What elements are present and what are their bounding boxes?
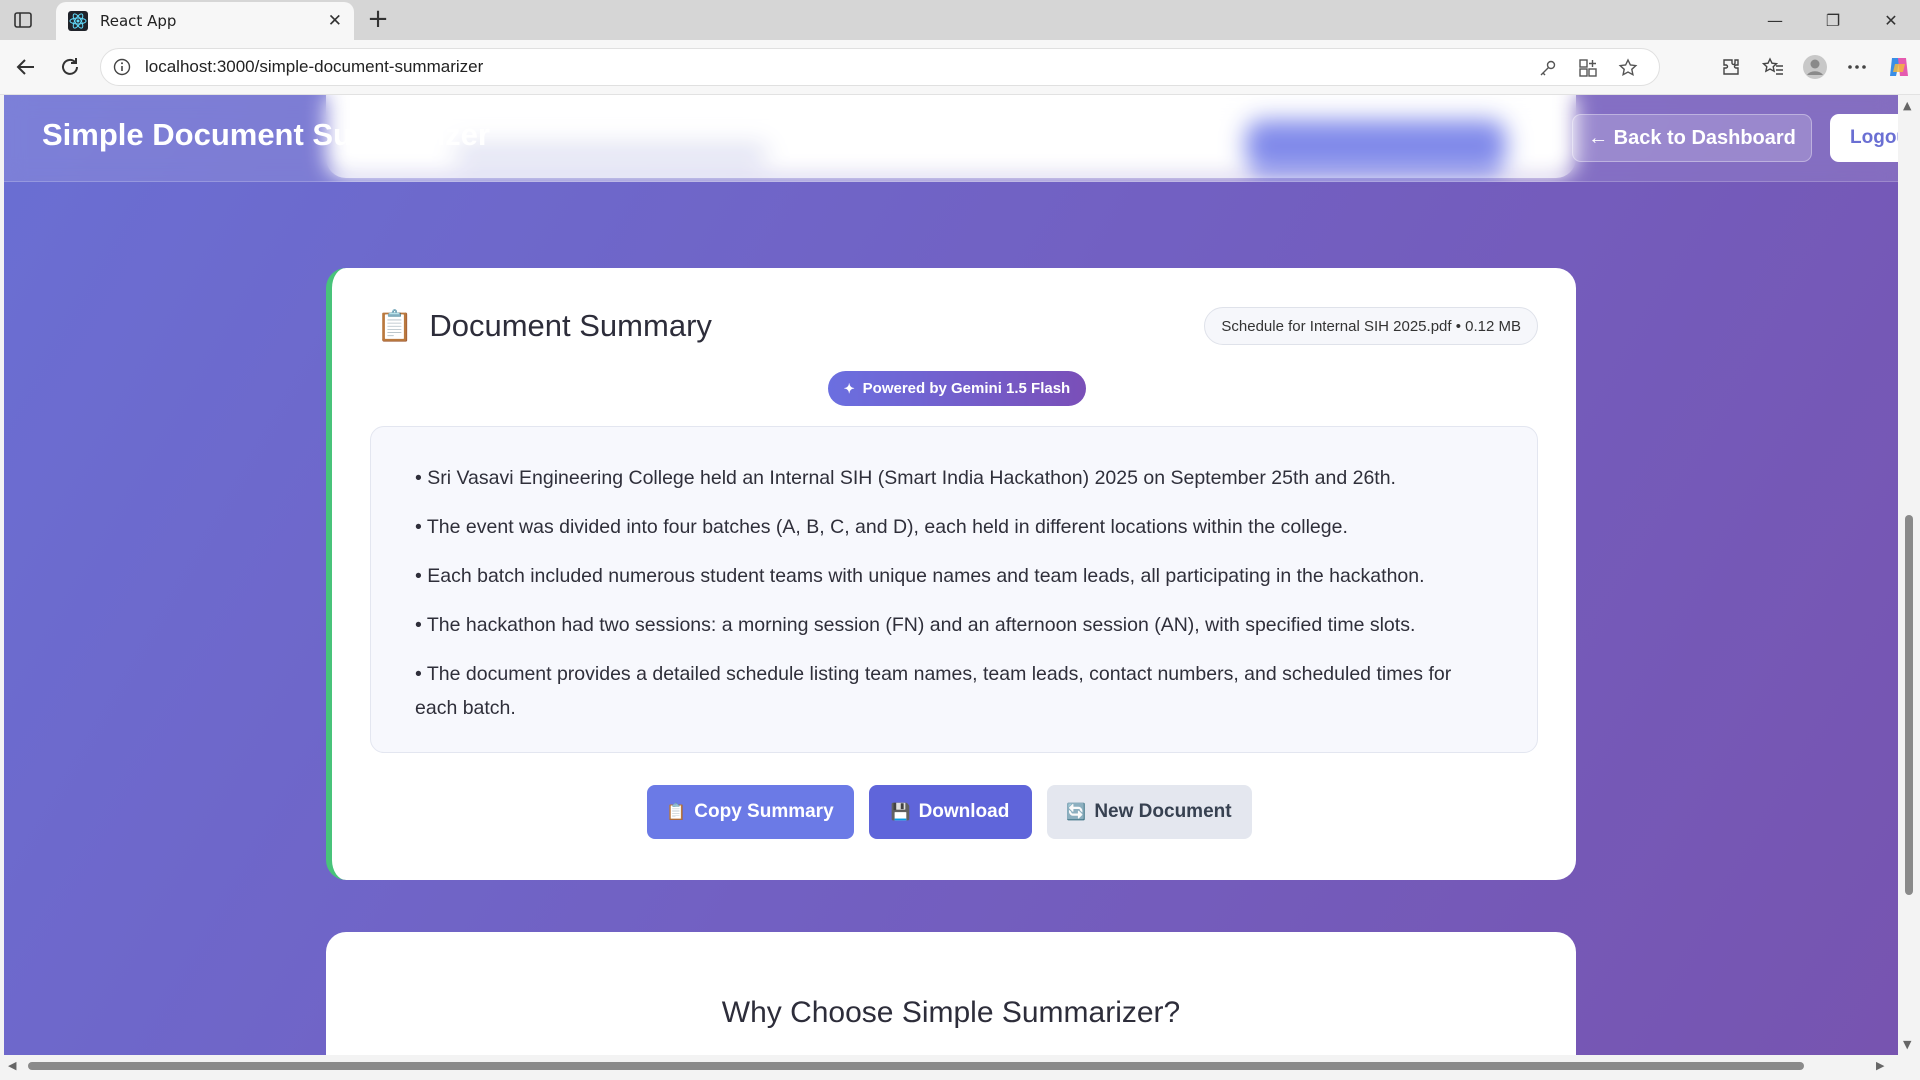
- favorite-star-icon[interactable]: [1615, 55, 1641, 81]
- window-close-icon[interactable]: ✕: [1862, 0, 1920, 40]
- site-info-icon[interactable]: [113, 58, 131, 76]
- address-bar[interactable]: localhost:3000/simple-document-summarize…: [100, 48, 1660, 86]
- scroll-right-icon[interactable]: ▶: [1876, 1059, 1884, 1072]
- download-label: Download: [918, 801, 1010, 822]
- scroll-left-icon[interactable]: ◀: [8, 1059, 16, 1072]
- powered-by-badge: ✦ Powered by Gemini 1.5 Flash: [828, 371, 1086, 406]
- summary-card: 📋 Document Summary Schedule for Internal…: [326, 268, 1576, 880]
- favorites-icon[interactable]: [1760, 54, 1786, 80]
- file-info-badge: Schedule for Internal SIH 2025.pdf • 0.1…: [1204, 307, 1538, 345]
- floppy-disk-icon: 💾: [890, 804, 911, 821]
- url-text: localhost:3000/simple-document-summarize…: [145, 57, 484, 76]
- summary-point: • The hackathon had two sessions: a morn…: [415, 614, 1416, 636]
- tab-close-icon[interactable]: ✕: [328, 11, 342, 31]
- summary-title: Document Summary: [429, 308, 712, 343]
- new-document-label: New Document: [1094, 801, 1232, 822]
- clipboard-icon: 📋: [666, 804, 687, 821]
- summary-content: • Sri Vasavi Engineering College held an…: [370, 426, 1538, 753]
- back-arrow-icon[interactable]: [12, 53, 40, 81]
- powered-by-label: Powered by Gemini 1.5 Flash: [862, 380, 1071, 397]
- scroll-up-icon[interactable]: ▲: [1903, 99, 1911, 112]
- summary-heading: 📋 Document Summary: [376, 308, 712, 344]
- key-icon[interactable]: [1535, 55, 1561, 81]
- tab-title: React App: [100, 12, 177, 30]
- profile-avatar-icon[interactable]: [1802, 54, 1828, 80]
- restore-icon[interactable]: ❐: [1804, 0, 1862, 40]
- new-tab-icon[interactable]: +: [364, 6, 392, 34]
- summary-point: • Sri Vasavi Engineering College held an…: [415, 467, 1396, 489]
- copilot-icon[interactable]: [1886, 54, 1912, 80]
- summary-point: • The document provides a detailed sched…: [415, 663, 1452, 719]
- download-button[interactable]: 💾 Download: [868, 785, 1032, 839]
- vertical-scrollbar[interactable]: ▲ ▼: [1898, 95, 1920, 1055]
- clipboard-icon: 📋: [376, 308, 414, 344]
- reload-icon[interactable]: [56, 53, 84, 81]
- scroll-down-icon[interactable]: ▼: [1903, 1038, 1911, 1051]
- app-install-icon[interactable]: [1575, 55, 1601, 81]
- copy-summary-label: Copy Summary: [694, 801, 834, 822]
- minimize-icon[interactable]: —: [1746, 0, 1804, 40]
- more-menu-icon[interactable]: [1844, 54, 1870, 80]
- refresh-icon: 🔄: [1066, 804, 1087, 821]
- why-choose-title: Why Choose Simple Summarizer?: [721, 996, 1181, 1029]
- browser-tab-bar: React App ✕ + — ❐ ✕: [0, 0, 1920, 40]
- app-title: Simple Document Summarizer: [42, 117, 490, 152]
- window-controls: — ❐ ✕: [1746, 0, 1920, 40]
- react-logo-icon: [68, 11, 88, 31]
- summary-point: • Each batch included numerous student t…: [415, 565, 1425, 587]
- back-to-dashboard-button[interactable]: ← Back to Dashboard: [1572, 114, 1812, 162]
- summary-point: • The event was divided into four batche…: [415, 516, 1348, 538]
- summary-actions: 📋 Copy Summary 💾 Download 🔄 New Document: [332, 785, 1576, 839]
- horizontal-scroll-thumb[interactable]: [28, 1062, 1804, 1070]
- sidebar-toggle-icon[interactable]: [12, 10, 34, 30]
- app-header: Simple Document Summarizer ← Back to Das…: [4, 95, 1900, 182]
- extensions-icon[interactable]: [1718, 54, 1744, 80]
- why-choose-card: Why Choose Simple Summarizer?: [326, 932, 1576, 1055]
- copy-summary-button[interactable]: 📋 Copy Summary: [646, 785, 854, 839]
- spark-icon: ✦: [843, 380, 855, 396]
- vertical-scroll-thumb[interactable]: [1905, 515, 1913, 895]
- browser-tab[interactable]: React App ✕: [56, 2, 354, 40]
- logout-button[interactable]: Logout: [1830, 114, 1900, 162]
- horizontal-scrollbar[interactable]: ◀ ▶: [0, 1055, 1920, 1077]
- page-viewport: Simple Document Summarizer ← Back to Das…: [4, 95, 1900, 1055]
- new-document-button[interactable]: 🔄 New Document: [1046, 785, 1252, 839]
- browser-toolbar: localhost:3000/simple-document-summarize…: [0, 40, 1920, 95]
